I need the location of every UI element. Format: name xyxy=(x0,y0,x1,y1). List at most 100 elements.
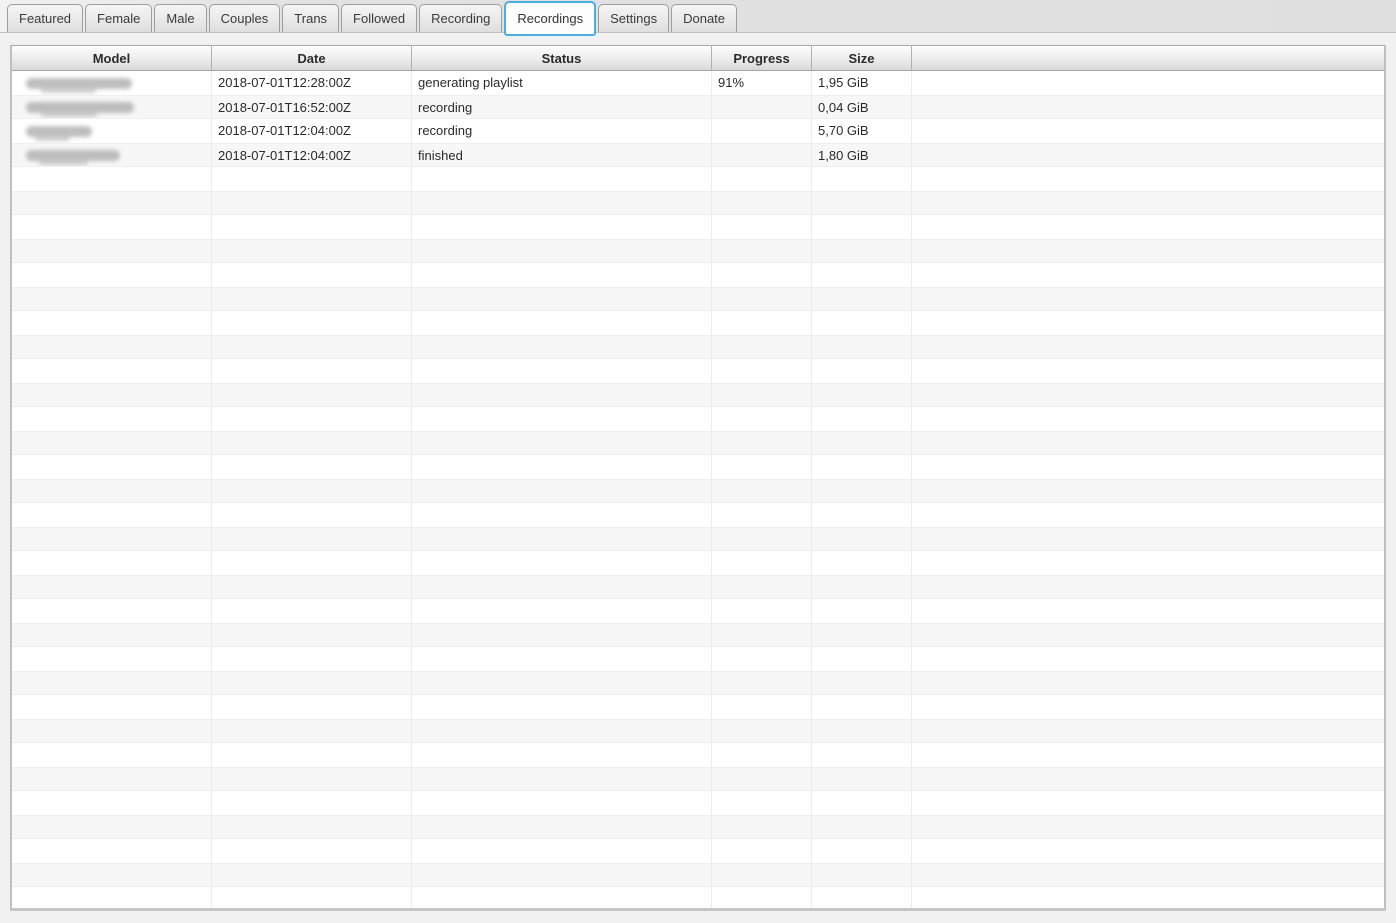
table-row-empty[interactable] xyxy=(12,767,1384,791)
cell-date xyxy=(212,576,412,598)
cell-size xyxy=(812,720,912,742)
table-row-empty[interactable] xyxy=(12,599,1384,623)
cell-date xyxy=(212,816,412,838)
cell-size xyxy=(812,215,912,239)
table-row-empty[interactable] xyxy=(12,455,1384,479)
table-row-empty[interactable] xyxy=(12,383,1384,407)
table-row[interactable]: 2018-07-01T16:52:00Zrecording0,04 GiB xyxy=(12,95,1384,119)
cell-model xyxy=(12,384,212,406)
table-row-empty[interactable] xyxy=(12,527,1384,551)
cell-date: 2018-07-01T12:28:00Z xyxy=(212,71,412,95)
table-row-empty[interactable] xyxy=(12,671,1384,695)
cell-model xyxy=(12,359,212,383)
table-row-empty[interactable] xyxy=(12,431,1384,455)
cell-status xyxy=(412,503,712,527)
table-row-empty[interactable] xyxy=(12,863,1384,887)
column-header-date[interactable]: Date xyxy=(212,46,412,70)
cell-progress xyxy=(712,455,812,479)
cell-filler xyxy=(912,167,1384,191)
table-row[interactable]: 2018-07-01T12:04:00Zfinished1,80 GiB xyxy=(12,143,1384,167)
cell-progress xyxy=(712,647,812,671)
table-row-empty[interactable] xyxy=(12,503,1384,527)
cell-size xyxy=(812,624,912,646)
cell-status xyxy=(412,455,712,479)
cell-filler xyxy=(912,215,1384,239)
cell-size xyxy=(812,816,912,838)
column-header-progress[interactable]: Progress xyxy=(712,46,812,70)
cell-progress: 91% xyxy=(712,71,812,95)
cell-model xyxy=(12,576,212,598)
cell-filler xyxy=(912,359,1384,383)
column-header-status[interactable]: Status xyxy=(412,46,712,70)
table-row-empty[interactable] xyxy=(12,407,1384,431)
table-row-empty[interactable] xyxy=(12,695,1384,719)
table-row[interactable]: 2018-07-01T12:04:00Zrecording5,70 GiB xyxy=(12,119,1384,143)
tab-followed[interactable]: Followed xyxy=(341,4,417,32)
cell-model xyxy=(12,432,212,454)
cell-status xyxy=(412,288,712,310)
tab-couples[interactable]: Couples xyxy=(209,4,281,32)
table-row-empty[interactable] xyxy=(12,623,1384,647)
cell-progress xyxy=(712,816,812,838)
tab-settings[interactable]: Settings xyxy=(598,4,669,32)
cell-filler xyxy=(912,768,1384,790)
column-header-model[interactable]: Model xyxy=(12,46,212,70)
table-row-empty[interactable] xyxy=(12,575,1384,599)
tab-featured[interactable]: Featured xyxy=(7,4,83,32)
cell-date xyxy=(212,528,412,550)
table-row-empty[interactable] xyxy=(12,839,1384,863)
cell-progress xyxy=(712,215,812,239)
cell-status: generating playlist xyxy=(412,71,712,95)
cell-filler xyxy=(912,432,1384,454)
cell-size xyxy=(812,384,912,406)
table-row-empty[interactable] xyxy=(12,815,1384,839)
table-row-empty[interactable] xyxy=(12,479,1384,503)
cell-progress xyxy=(712,768,812,790)
table-row-empty[interactable] xyxy=(12,887,1384,911)
cell-status: finished xyxy=(412,144,712,166)
cell-status xyxy=(412,791,712,815)
table-header: ModelDateStatusProgressSize xyxy=(12,46,1384,71)
cell-model xyxy=(12,791,212,815)
tab-trans[interactable]: Trans xyxy=(282,4,339,32)
cell-status xyxy=(412,839,712,863)
cell-filler xyxy=(912,455,1384,479)
table-row-empty[interactable] xyxy=(12,239,1384,263)
table-row-empty[interactable] xyxy=(12,551,1384,575)
cell-model xyxy=(12,816,212,838)
column-header-size[interactable]: Size xyxy=(812,46,912,70)
tab-male[interactable]: Male xyxy=(154,4,206,32)
cell-status xyxy=(412,240,712,262)
table-row-empty[interactable] xyxy=(12,191,1384,215)
cell-size xyxy=(812,167,912,191)
table-row-empty[interactable] xyxy=(12,743,1384,767)
table-row-empty[interactable] xyxy=(12,335,1384,359)
cell-date xyxy=(212,192,412,214)
table-row-empty[interactable] xyxy=(12,287,1384,311)
cell-status xyxy=(412,576,712,598)
cell-status xyxy=(412,887,712,911)
table-row-empty[interactable] xyxy=(12,359,1384,383)
cell-filler xyxy=(912,240,1384,262)
tab-donate[interactable]: Donate xyxy=(671,4,737,32)
table-row-empty[interactable] xyxy=(12,647,1384,671)
cell-date xyxy=(212,672,412,694)
table-row-empty[interactable] xyxy=(12,215,1384,239)
cell-model xyxy=(12,215,212,239)
table-row-empty[interactable] xyxy=(12,167,1384,191)
cell-filler xyxy=(912,599,1384,623)
table-row-empty[interactable] xyxy=(12,791,1384,815)
cell-model xyxy=(12,864,212,886)
tab-recordings[interactable]: Recordings xyxy=(504,1,596,36)
cell-progress xyxy=(712,503,812,527)
cell-status xyxy=(412,647,712,671)
app-window: FeaturedFemaleMaleCouplesTransFollowedRe… xyxy=(0,0,1396,911)
table-row-empty[interactable] xyxy=(12,311,1384,335)
table-row-empty[interactable] xyxy=(12,263,1384,287)
cell-status: recording xyxy=(412,119,712,143)
table-row[interactable]: 2018-07-01T12:28:00Zgenerating playlist9… xyxy=(12,71,1384,95)
cell-progress xyxy=(712,144,812,166)
tab-female[interactable]: Female xyxy=(85,4,152,32)
table-row-empty[interactable] xyxy=(12,719,1384,743)
tab-recording[interactable]: Recording xyxy=(419,4,502,32)
